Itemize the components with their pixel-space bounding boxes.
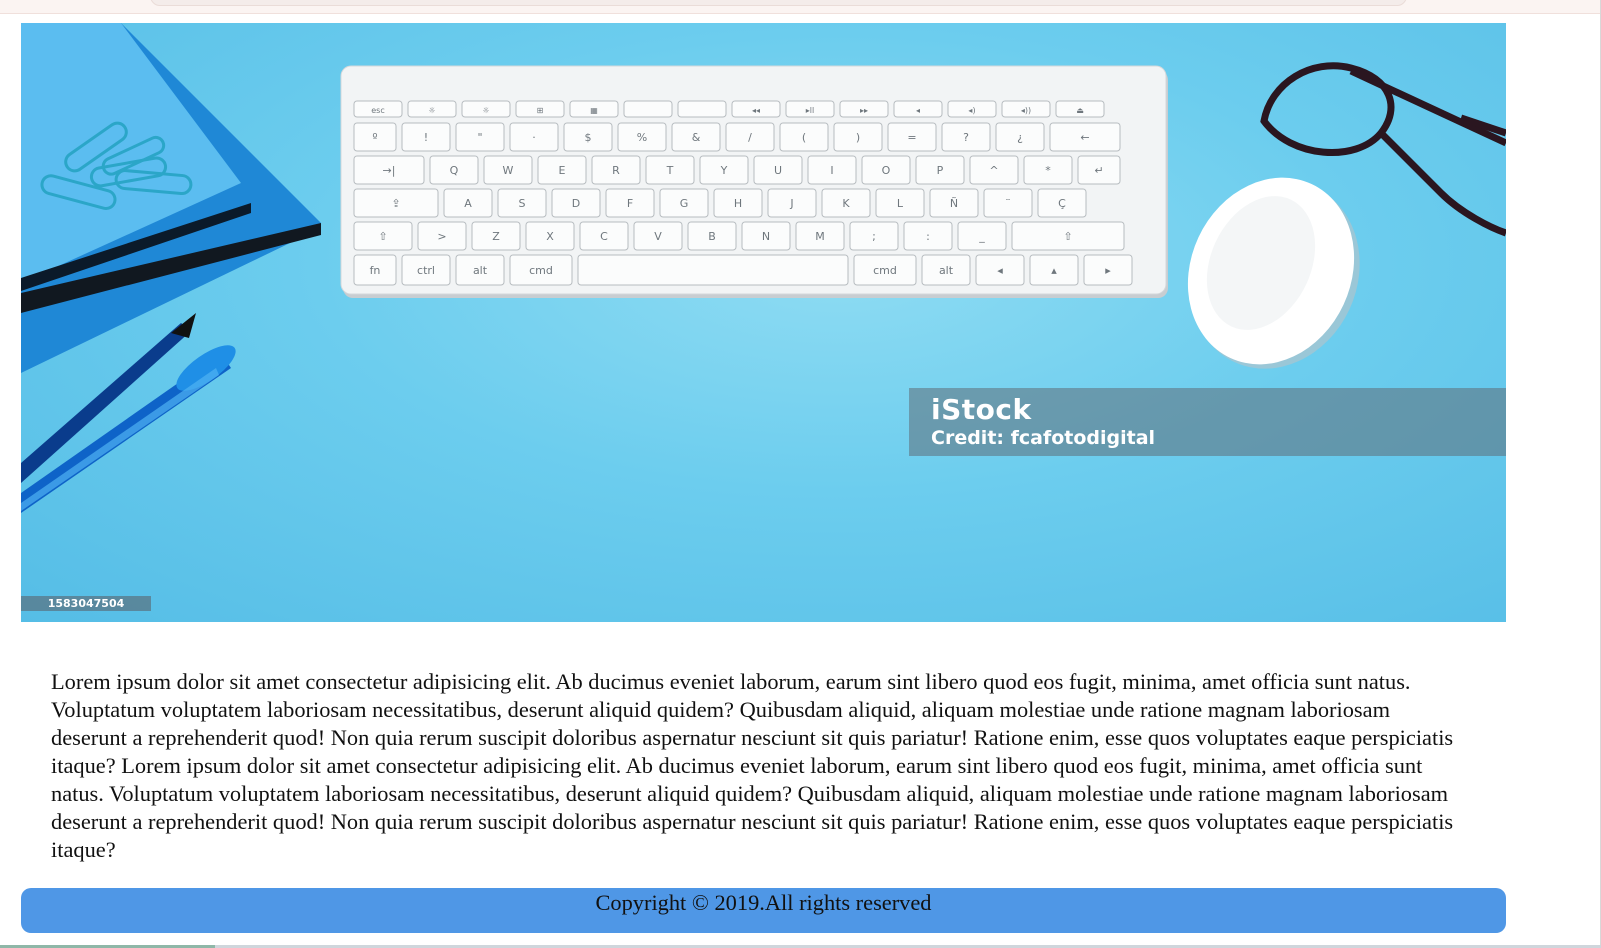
keyboard-key-label: ¿ [1017, 131, 1023, 144]
keyboard-key-label: R [612, 164, 620, 177]
keyboard-key-label: ◂ [997, 264, 1003, 277]
keyboard-key-label: W [503, 164, 514, 177]
keyboard-key-label: ⇪ [391, 197, 400, 210]
keyboard-key-label: ▴ [1051, 264, 1057, 277]
keyboard-key-label: & [692, 131, 701, 144]
keyboard-key-label: X [546, 230, 554, 243]
lorem-paragraph: Lorem ipsum dolor sit amet consectetur a… [51, 669, 1454, 862]
keyboard-key [577, 254, 849, 286]
keyboard-key-label: ) [856, 131, 860, 144]
keyboard-key-label: Ç [1058, 197, 1066, 210]
keyboard-key-label: ◂◂ [752, 106, 760, 115]
keyboard-key-label: ⊞ [537, 106, 544, 115]
keyboard-key-label: alt [939, 264, 954, 277]
keyboard-key-label: ¨ [1005, 197, 1011, 210]
keyboard-key-label: I [830, 164, 833, 177]
keyboard-key-label: ◂)) [1021, 106, 1031, 115]
keyboard-key-label: º [372, 131, 377, 144]
desk-photo-illustration: esc ☼ ☼ ⊞ ▦ ◂◂ ▸ll ▸▸ ◂ ◂) ◂)) ⏏ º! " · $% & / () =? ¿ ← →| Q W E… [21, 23, 1506, 513]
keyboard-key-label: P [937, 164, 944, 177]
keyboard-key-label: V [654, 230, 662, 243]
keyboard-key-label: G [680, 197, 689, 210]
keyboard-key-label: cmd [529, 264, 553, 277]
footer-bar: Copyright © 2019.All rights reserved [21, 888, 1506, 933]
keyboard-key-label: ▦ [590, 106, 598, 115]
keyboard-key-label: D [572, 197, 580, 210]
keyboard-key-label: $ [585, 131, 592, 144]
scroll-edge-bar [150, 0, 1407, 6]
keyboard-key-label: ⏏ [1076, 106, 1084, 115]
keyboard-key-label: fn [370, 264, 381, 277]
keyboard-key-label: Ñ [950, 197, 958, 210]
keyboard-key-label: K [842, 197, 850, 210]
keyboard-key-label: ( [802, 131, 806, 144]
keyboard-key-label: ▸ll [806, 106, 814, 115]
keyboard-key-label: * [1045, 164, 1051, 177]
keyboard-key-label: S [519, 197, 526, 210]
keyboard-key-label: Q [450, 164, 459, 177]
keyboard-key-label: L [897, 197, 904, 210]
keyboard-key-label: % [637, 131, 647, 144]
keyboard-key-label: ◂) [968, 106, 975, 115]
keyboard-key-label: ⇧ [1063, 230, 1072, 243]
keyboard-key-label: J [789, 197, 793, 210]
image-id-label: 1583047504 [21, 596, 151, 611]
keyboard-key-label: ▸▸ [860, 106, 868, 115]
watermark-brand: iStock [931, 393, 1032, 426]
keyboard-key-label: O [882, 164, 891, 177]
keyboard-key-label: M [815, 230, 825, 243]
keyboard-key-label: U [774, 164, 782, 177]
keyboard-key-label: ← [1080, 131, 1089, 144]
copyright-text: Copyright © 2019.All rights reserved [595, 890, 932, 915]
keyboard-key-label: B [708, 230, 716, 243]
keyboard-key-label: ^ [989, 164, 998, 177]
keyboard-key-label: →| [383, 164, 396, 177]
keyboard-key-label: ! [424, 131, 428, 144]
keyboard-key-label: alt [473, 264, 488, 277]
keyboard-key-label: N [762, 230, 770, 243]
keyboard-key-label: ☼ [428, 106, 435, 115]
keyboard-key-label: Y [720, 164, 728, 177]
keyboard-key-label: H [734, 197, 742, 210]
keyboard-key-label: E [559, 164, 566, 177]
keyboard-key-label: T [666, 164, 674, 177]
keyboard-key-label: : [926, 230, 930, 243]
keyboard-key-label: ◂ [916, 106, 920, 115]
istock-watermark: iStock Credit: fcafotodigital [909, 388, 1506, 456]
keyboard-key-label: " [477, 131, 482, 144]
keyboard-key [623, 100, 673, 118]
keyboard-key-label: > [437, 230, 446, 243]
keyboard-key-label: ↵ [1094, 164, 1103, 177]
keyboard-key-label: cmd [873, 264, 897, 277]
keyboard-key-label: ? [963, 131, 969, 144]
keyboard-key-label: _ [978, 230, 985, 243]
keyboard-key-label: = [907, 131, 916, 144]
keyboard-key-label: esc [371, 106, 385, 115]
keyboard-key-label: ⇧ [378, 230, 387, 243]
browser-top-strip [0, 0, 1601, 14]
keyboard-key-label: Z [492, 230, 500, 243]
keyboard-key-label: ▸ [1105, 264, 1111, 277]
hero-image: esc ☼ ☼ ⊞ ▦ ◂◂ ▸ll ▸▸ ◂ ◂) ◂)) ⏏ º! " · $% & / () =? ¿ ← →| Q W E… [21, 23, 1506, 622]
keyboard-key-label: ctrl [417, 264, 435, 277]
keyboard-key-label: A [464, 197, 472, 210]
keyboard-key-label: · [532, 131, 536, 144]
keyboard-key-label: F [627, 197, 633, 210]
mouse-illustration [1187, 177, 1360, 369]
watermark-credit: Credit: fcafotodigital [931, 427, 1156, 449]
keyboard-key-label: / [748, 131, 752, 144]
keyboard-key-label: C [600, 230, 608, 243]
keyboard-key [677, 100, 727, 118]
keyboard-key-label: ; [872, 230, 876, 243]
keyboard-illustration: esc ☼ ☼ ⊞ ▦ ◂◂ ▸ll ▸▸ ◂ ◂) ◂)) ⏏ º! " · $% & / () =? ¿ ← →| Q W E… [340, 65, 1168, 298]
keyboard-key-label: ☼ [482, 106, 489, 115]
